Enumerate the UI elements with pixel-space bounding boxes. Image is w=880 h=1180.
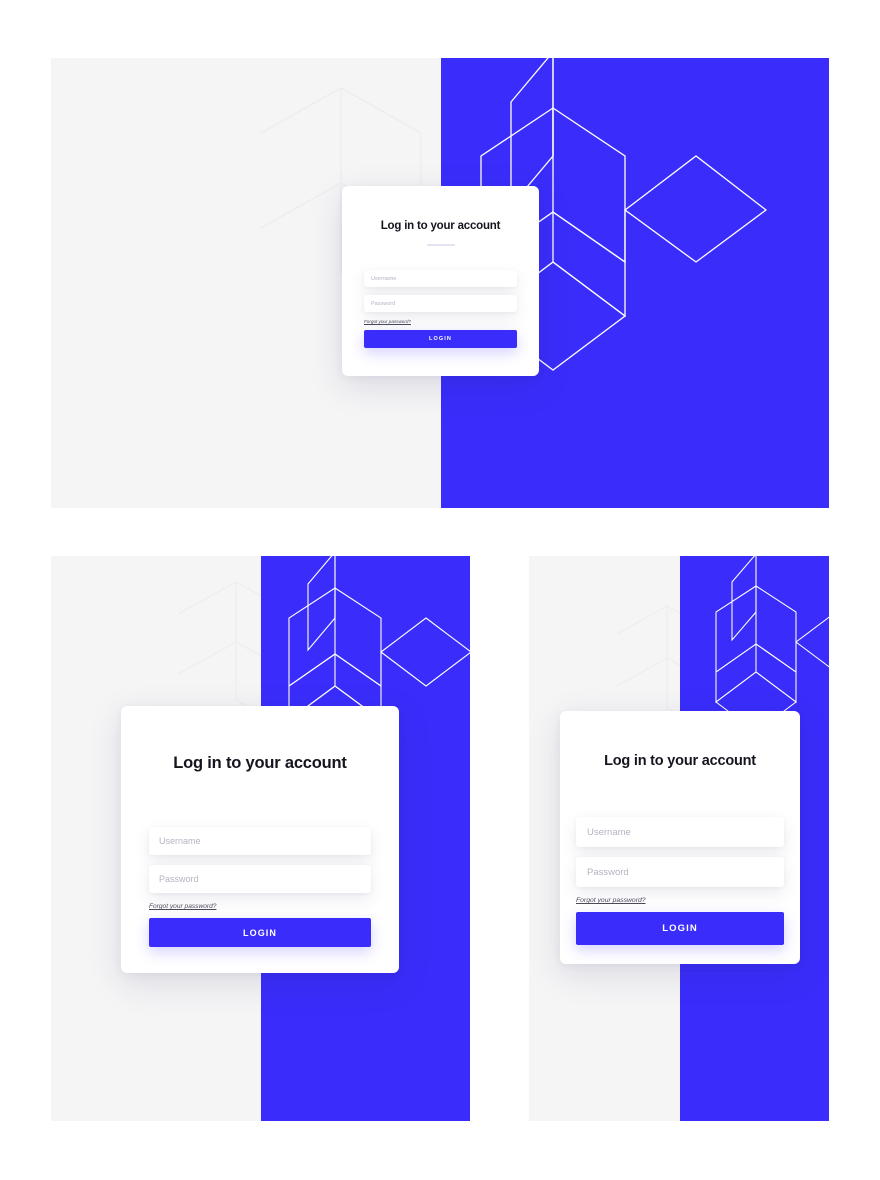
login-card: Log in to your account Forgot your passw… [342, 186, 539, 376]
password-input[interactable] [576, 857, 784, 887]
login-form: Forgot your password? LOGIN [149, 827, 371, 947]
login-button[interactable]: LOGIN [364, 330, 517, 348]
tablet-login-mockup: Log in to your account Forgot your passw… [51, 556, 470, 1121]
forgot-password-link[interactable]: Forgot your password? [364, 319, 411, 324]
password-input[interactable] [149, 865, 371, 893]
forgot-password-link[interactable]: Forgot your password? [576, 897, 646, 904]
username-input[interactable] [576, 817, 784, 847]
page-title: Log in to your account [604, 753, 756, 769]
desktop-login-mockup: Log in to your account Forgot your passw… [51, 58, 829, 508]
password-input[interactable] [364, 295, 517, 312]
username-input[interactable] [364, 270, 517, 287]
mobile-login-mockup: Log in to your account Forgot your passw… [529, 556, 829, 1121]
username-input[interactable] [149, 827, 371, 855]
login-card: Log in to your account Forgot your passw… [560, 711, 800, 964]
login-button[interactable]: LOGIN [576, 912, 784, 945]
page-title: Log in to your account [173, 754, 347, 772]
page-title: Log in to your account [380, 220, 501, 232]
login-card: Log in to your account Forgot your passw… [121, 706, 399, 973]
login-button[interactable]: LOGIN [149, 918, 371, 947]
login-form: Forgot your password? LOGIN [364, 270, 517, 348]
login-form: Forgot your password? LOGIN [576, 817, 784, 945]
title-divider [426, 244, 455, 246]
forgot-password-link[interactable]: Forgot your password? [149, 903, 216, 910]
